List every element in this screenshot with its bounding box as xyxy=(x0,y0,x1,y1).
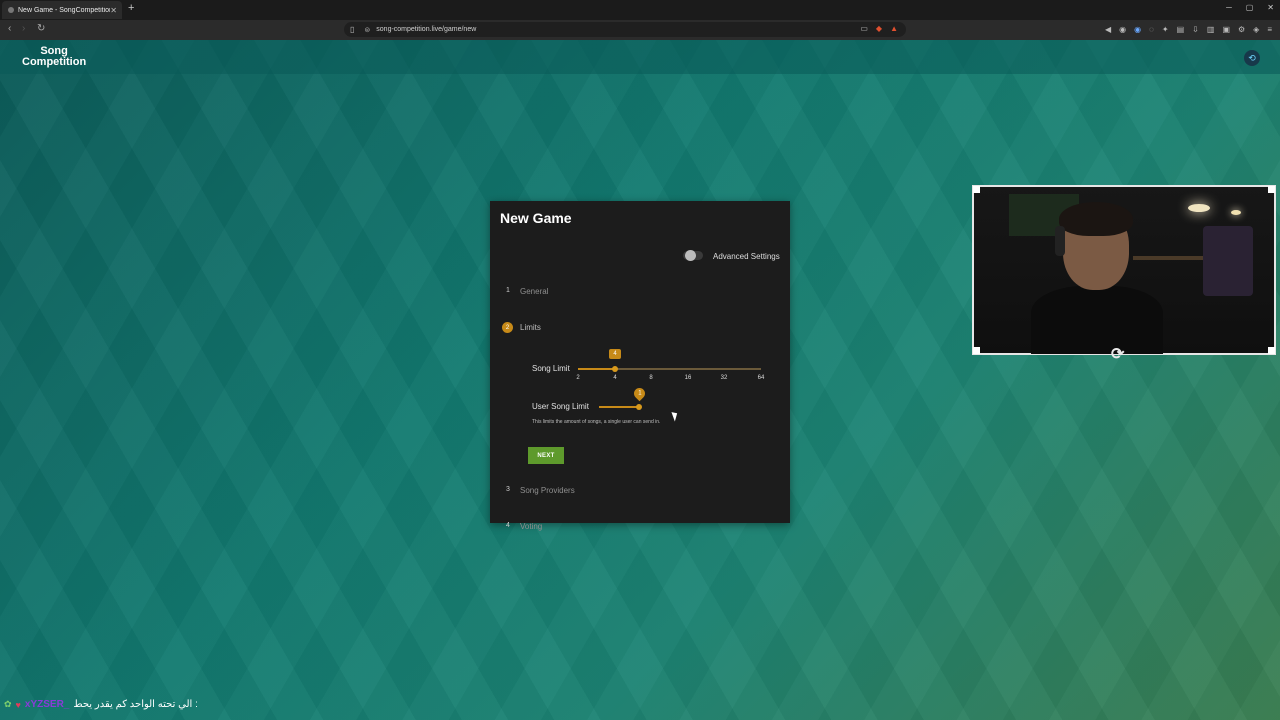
tab-title: New Game - SongCompetition xyxy=(18,6,111,14)
browser-tabbar: New Game - SongCompetition ✕ + ─ ▢ ✕ xyxy=(0,0,1280,20)
logo-line-2: Competition xyxy=(22,56,87,68)
step-2-number: 2 xyxy=(502,322,513,333)
step-4-label[interactable]: Voting xyxy=(520,522,542,531)
sub-badge-icon: ✿ xyxy=(4,699,12,709)
frame-corner xyxy=(973,186,980,193)
settings-icon[interactable]: ⚙ xyxy=(1238,25,1245,34)
alert-icon[interactable]: ▲ xyxy=(890,24,898,33)
close-window-icon[interactable]: ✕ xyxy=(1267,3,1274,12)
panel-icon[interactable]: ▥ xyxy=(1207,25,1215,34)
song-limit-tick[interactable]: 8 xyxy=(641,375,661,381)
song-limit-tick[interactable]: 16 xyxy=(678,375,698,381)
new-game-card: New Game xyxy=(490,201,790,523)
song-limit-tick[interactable]: 4 xyxy=(605,375,625,381)
site-logo[interactable]: Song Competition xyxy=(22,46,86,68)
pc-rig xyxy=(1203,226,1253,296)
cast-icon[interactable]: ▭ xyxy=(860,24,868,33)
song-limit-fill xyxy=(578,368,615,370)
chat-message: ✿ ♥ xYZSER_ : الي تحته الواحد كم يقدر يح… xyxy=(4,699,198,710)
sidebar-icon[interactable]: ▤ xyxy=(1177,25,1185,34)
chat-username: xYZSER_ xyxy=(24,699,70,710)
extension-icon[interactable]: ◉ xyxy=(1119,25,1126,34)
puzzle-icon[interactable]: ✦ xyxy=(1162,25,1169,34)
user-song-limit-helper: This limits the amount of songs, a singl… xyxy=(532,419,661,425)
menu-icon[interactable]: ≡ xyxy=(1267,25,1272,34)
vpn-icon[interactable]: ◈ xyxy=(1253,25,1259,34)
card-title: New Game xyxy=(500,210,572,226)
streamer-hair xyxy=(1059,202,1133,236)
song-limit-tick[interactable]: 2 xyxy=(568,375,588,381)
advanced-settings-toggle[interactable] xyxy=(683,250,703,261)
tab-close-icon[interactable]: ✕ xyxy=(110,6,117,15)
streamer-body xyxy=(1031,286,1163,354)
extension-icon[interactable]: ◌ xyxy=(1149,25,1154,34)
ceiling-light xyxy=(1188,204,1210,212)
step-4-number: 4 xyxy=(506,522,510,529)
extension-icons: ◀ ◉ ◉ ◌ ✦ ▤ ⇩ ▥ ▣ ⚙ ◈ ≡ xyxy=(1105,25,1272,34)
song-limit-thumb[interactable] xyxy=(612,366,618,372)
song-limit-tick[interactable]: 32 xyxy=(714,375,734,381)
wallet-icon[interactable]: ▣ xyxy=(1222,25,1230,34)
toggle-knob xyxy=(685,250,696,261)
ceiling-light xyxy=(1231,210,1241,215)
streamer-logo-icon: ⟳ xyxy=(1111,346,1125,363)
url-text[interactable]: song-competition.live/game/new xyxy=(376,26,476,33)
user-song-limit-label: User Song Limit xyxy=(532,402,589,411)
mute-icon[interactable]: ◀ xyxy=(1105,25,1111,34)
bookmark-icon[interactable]: ▯ xyxy=(350,25,354,34)
reload-icon[interactable]: ↻ xyxy=(37,23,45,34)
step-3-number: 3 xyxy=(506,486,510,493)
minimize-icon[interactable]: ─ xyxy=(1226,3,1232,12)
user-avatar-icon[interactable]: ⟲ xyxy=(1244,50,1260,66)
shield-icon[interactable]: ◆ xyxy=(876,24,882,33)
webcam-overlay xyxy=(972,185,1276,355)
user-song-limit-thumb[interactable] xyxy=(636,404,642,410)
address-actions: ▭ ◆ ▲ xyxy=(860,24,898,33)
headset xyxy=(1055,226,1065,256)
frame-corner xyxy=(1268,186,1275,193)
step-1-label[interactable]: General xyxy=(520,287,548,296)
maximize-icon[interactable]: ▢ xyxy=(1246,3,1254,12)
extension-icon[interactable]: ◉ xyxy=(1134,25,1141,34)
new-tab-button[interactable]: + xyxy=(128,2,134,14)
frame-corner xyxy=(1268,347,1275,354)
site-header xyxy=(0,40,1280,74)
site-info-icon[interactable]: ⊜ xyxy=(364,26,370,34)
step-2-label[interactable]: Limits xyxy=(520,323,541,332)
address-bar[interactable]: ▯ ⊜ song-competition.live/game/new ▭ ◆ ▲ xyxy=(344,22,906,37)
download-icon[interactable]: ⇩ xyxy=(1192,25,1199,34)
step-1-number: 1 xyxy=(506,287,510,294)
chat-text: : الي تحته الواحد كم يقدر يحط xyxy=(73,699,198,710)
window-controls: ─ ▢ ✕ xyxy=(1226,3,1274,12)
song-limit-tick[interactable]: 64 xyxy=(751,375,771,381)
user-song-limit-value-text: 1 xyxy=(637,390,642,397)
advanced-settings-label: Advanced Settings xyxy=(713,252,780,261)
frame-corner xyxy=(973,347,980,354)
back-icon[interactable]: ‹ xyxy=(8,23,11,34)
tab-favicon-icon xyxy=(8,7,14,13)
song-limit-value: 4 xyxy=(609,349,621,359)
step-3-label[interactable]: Song Providers xyxy=(520,486,575,495)
browser-tab[interactable]: New Game - SongCompetition ✕ xyxy=(2,1,122,19)
song-limit-label: Song Limit xyxy=(532,364,570,373)
forward-icon[interactable]: › xyxy=(22,23,25,34)
heart-badge-icon: ♥ xyxy=(15,699,21,710)
user-song-limit-fill xyxy=(599,406,639,408)
next-button[interactable]: NEXT xyxy=(528,447,564,464)
